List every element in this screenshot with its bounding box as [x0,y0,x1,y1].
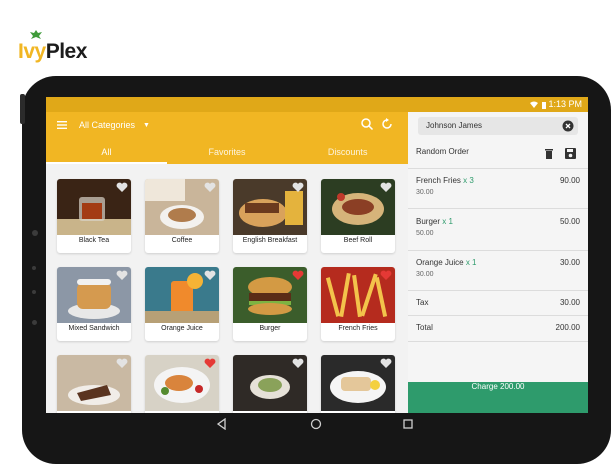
item-label: French Fries [416,176,461,185]
brand-name: IvyPlex [18,40,87,64]
status-time: 1:13 PM [548,99,582,109]
home-icon[interactable] [310,418,322,430]
divider [408,315,588,316]
menu-icon[interactable] [56,119,68,131]
category-select-label: All Categories [79,120,136,130]
tax-label: Tax [416,298,429,307]
search-icon[interactable] [360,117,374,131]
divider [408,250,588,251]
item-qty: x 3 [463,176,474,185]
volume-button [20,94,25,124]
product-card[interactable]: French Fries [321,267,395,341]
item-label: Burger [416,217,441,226]
tax-value: 30.00 [559,298,580,307]
status-bar: 1:13 PM [46,97,588,112]
sensor-dot [32,266,36,270]
tab-discounts[interactable]: Discounts [287,142,408,164]
item-unit-price: 30.00 [416,189,434,196]
heart-icon[interactable] [292,270,304,281]
chevron-down-icon: ▼ [143,121,150,129]
item-qty: x 1 [442,217,453,226]
product-name: Mixed Sandwich [68,325,120,332]
heart-icon[interactable] [116,270,128,281]
item-unit-price: 50.00 [416,230,434,237]
customer-field[interactable]: Johnson James [418,117,578,135]
save-icon[interactable] [565,148,576,159]
sensor-dot [32,320,37,325]
product-card[interactable] [233,355,307,413]
order-title: Random Order [416,147,469,156]
product-card[interactable] [321,355,395,413]
heart-icon[interactable] [380,270,392,281]
product-name: Burger [259,325,281,332]
sensor-dot [32,290,36,294]
divider [408,208,588,209]
item-qty: x 1 [465,258,477,267]
ivyplex-logo: IvyPlex [8,22,92,64]
tab-favorites[interactable]: Favorites [167,142,288,164]
heart-icon[interactable] [380,182,392,193]
heart-icon[interactable] [116,182,128,193]
product-card[interactable]: Mixed Sandwich [57,267,131,341]
product-card[interactable]: Coffee [145,179,219,253]
product-card[interactable]: Beef Roll [321,179,395,253]
item-price: 50.00 [559,217,580,226]
brand-suffix: Plex [45,40,88,63]
front-camera [32,230,38,236]
product-name: English Breakfast [242,237,298,244]
divider [408,168,588,169]
product-name: French Fries [338,325,378,332]
catalog-header: All Categories ▼ All Favorites Discounts [46,112,408,164]
divider [408,341,588,342]
product-name: Black Tea [78,237,110,244]
heart-icon[interactable] [380,358,392,369]
stage: IvyPlex 1:13 PM All Categories ▼ All Fav… [0,0,611,466]
item-price: 90.00 [559,176,580,185]
tax-row: Tax 30.00 [416,298,580,307]
customer-name: Johnson James [426,121,483,130]
product-card[interactable] [57,355,131,413]
product-card[interactable]: English Breakfast [233,179,307,253]
total-row: Total 200.00 [416,323,580,332]
order-panel: Johnson James Random Order French Fries … [408,112,588,413]
item-price: 30.00 [559,258,580,267]
product-name: Coffee [171,237,193,244]
product-name: Orange Juice [161,325,203,332]
charge-button[interactable]: Charge 200.00 [408,382,588,413]
tab-all[interactable]: All [46,142,167,164]
brand-prefix: Ivy [18,40,46,63]
total-label: Total [416,323,433,332]
divider [408,290,588,291]
trash-icon[interactable] [544,148,554,159]
item-name: Orange Juice x 1 [416,258,477,267]
product-name: Beef Roll [343,237,373,244]
item-unit-price: 30.00 [416,271,434,278]
total-value: 200.00 [555,323,580,332]
heart-icon[interactable] [204,270,216,281]
heart-icon[interactable] [204,358,216,369]
product-card[interactable] [145,355,219,413]
heart-icon[interactable] [204,182,216,193]
product-card[interactable]: Burger [233,267,307,341]
item-label: Orange Juice [416,258,464,267]
product-card[interactable]: Black Tea [57,179,131,253]
category-select[interactable]: All Categories ▼ [79,117,150,133]
heart-icon[interactable] [292,182,304,193]
product-card[interactable]: Orange Juice [145,267,219,341]
refresh-icon[interactable] [380,117,394,131]
ivy-leaf-icon [30,30,42,39]
item-name: French Fries x 3 [416,176,474,185]
tablet-screen: 1:13 PM All Categories ▼ All Favorites D… [46,97,588,413]
close-icon[interactable] [562,120,574,132]
back-icon[interactable] [216,418,228,430]
recents-icon[interactable] [402,418,414,430]
item-name: Burger x 1 [416,217,453,226]
heart-icon[interactable] [116,358,128,369]
category-tabs: All Favorites Discounts [46,142,408,164]
heart-icon[interactable] [292,358,304,369]
